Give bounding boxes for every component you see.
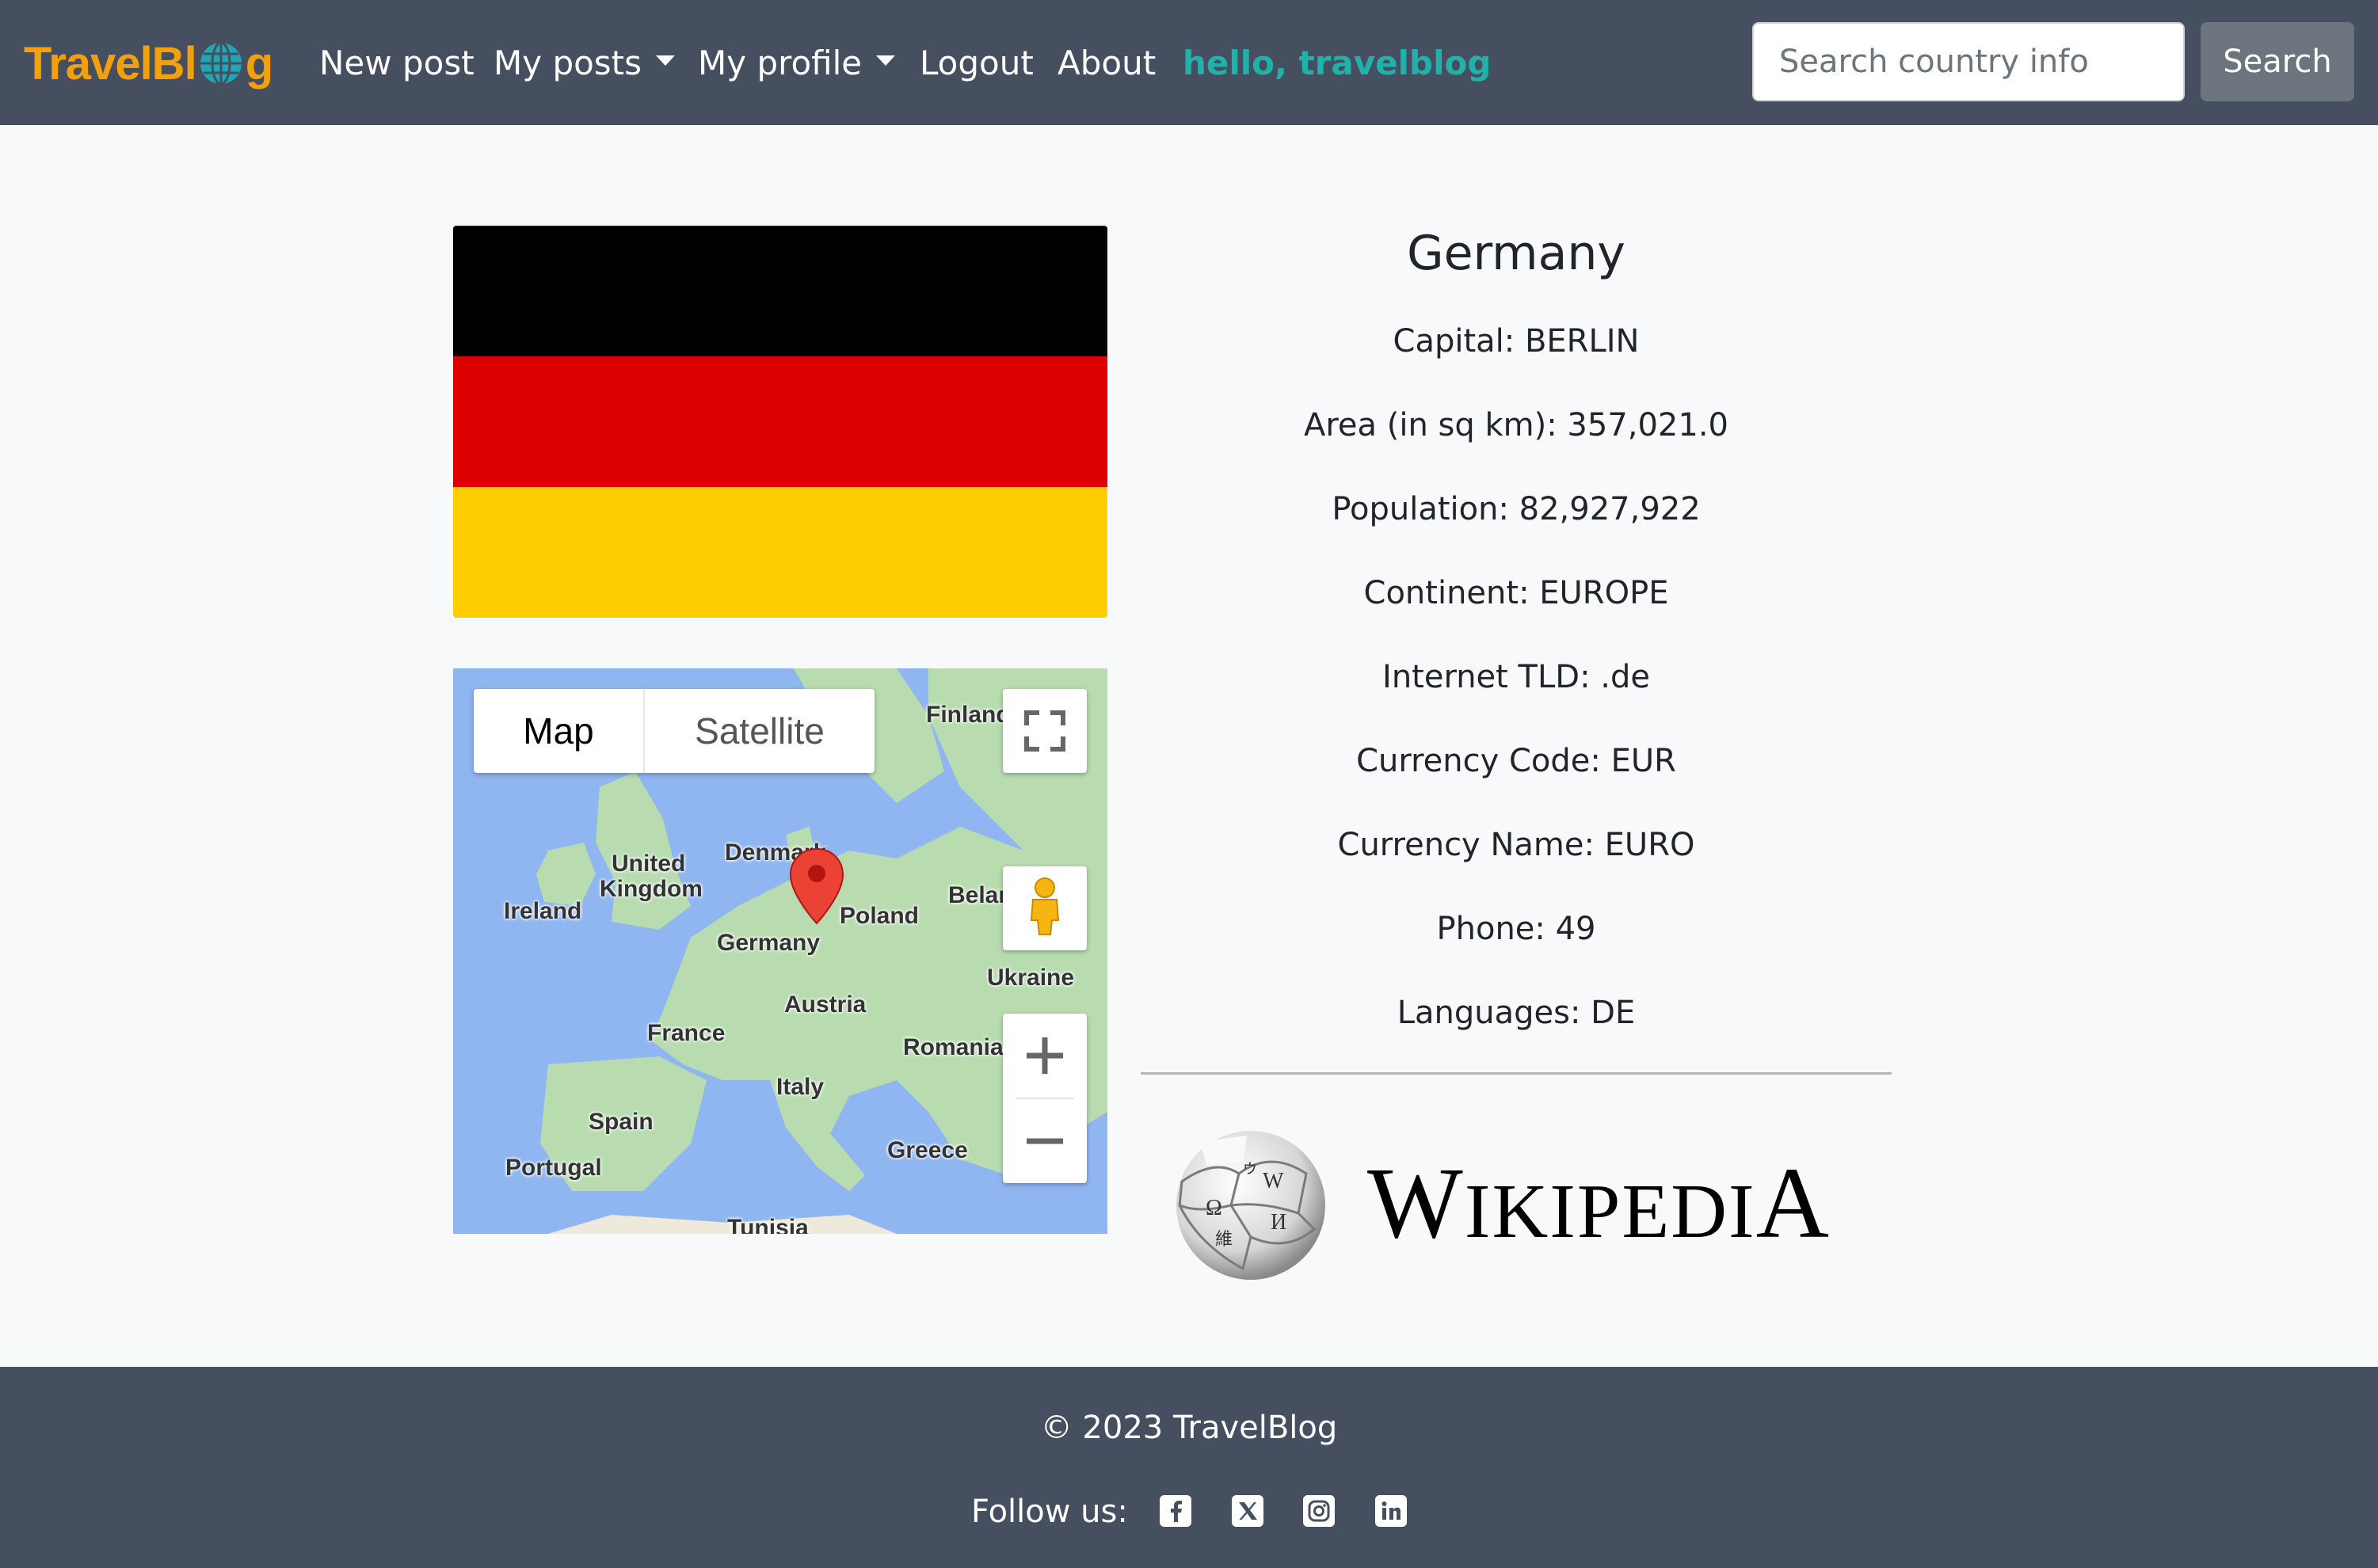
pegman-icon bbox=[1030, 877, 1060, 935]
country-tld: Internet TLD: .de bbox=[1382, 659, 1650, 695]
country-languages: Languages: DE bbox=[1397, 995, 1636, 1031]
flag-stripe-black bbox=[453, 226, 1107, 357]
map-type-map-button[interactable]: Map bbox=[474, 689, 645, 773]
country-phone: Phone: 49 bbox=[1436, 911, 1596, 947]
country-area: Area (in sq km): 357,021.0 bbox=[1304, 407, 1728, 443]
svg-text:Ω: Ω bbox=[1206, 1196, 1222, 1220]
map-marker-icon[interactable] bbox=[789, 847, 844, 925]
map-label-united: United bbox=[612, 851, 686, 877]
x-twitter-icon[interactable] bbox=[1232, 1495, 1263, 1527]
wiki-letter-w: W bbox=[1367, 1147, 1465, 1259]
linkedin-icon[interactable] bbox=[1375, 1495, 1407, 1527]
search-input[interactable] bbox=[1752, 22, 2185, 101]
map-label-ukraine: Ukraine bbox=[987, 965, 1075, 991]
flag-stripe-gold bbox=[453, 487, 1107, 618]
divider bbox=[1141, 1072, 1892, 1075]
country-name: Germany bbox=[1407, 226, 1625, 281]
greeting-text: hello, travelblog bbox=[1183, 44, 1492, 82]
wikipedia-wordmark[interactable]: WIKIPEDIA bbox=[1367, 1144, 1831, 1271]
map-label-austria: Austria bbox=[784, 991, 867, 1018]
map-label-ireland: Ireland bbox=[504, 898, 582, 924]
brand-logo[interactable]: TravelBl g bbox=[24, 32, 273, 95]
nav-my-profile-label: My profile bbox=[698, 44, 863, 82]
zoom-control bbox=[1003, 1014, 1087, 1183]
brand-text-left: TravelBl bbox=[24, 37, 197, 89]
map-type-control: Map Satellite bbox=[474, 689, 875, 773]
map-type-satellite-button[interactable]: Satellite bbox=[645, 689, 875, 773]
nav-about[interactable]: About bbox=[1058, 40, 1156, 87]
map-label-kingdom: Kingdom bbox=[600, 876, 703, 902]
country-currency-name: Currency Name: EURO bbox=[1337, 827, 1695, 863]
wiki-letters-mid: IKIPEDI bbox=[1464, 1169, 1756, 1254]
svg-text:W: W bbox=[1263, 1169, 1284, 1193]
chevron-down-icon bbox=[876, 55, 896, 66]
map-label-germany: Germany bbox=[717, 930, 821, 956]
country-population: Population: 82,927,922 bbox=[1332, 491, 1701, 527]
map-label-spain: Spain bbox=[589, 1109, 654, 1135]
nav-new-post[interactable]: New post bbox=[319, 40, 474, 87]
navbar: TravelBl g New post My posts My profile … bbox=[0, 0, 2378, 125]
street-view-pegman[interactable] bbox=[1003, 866, 1087, 950]
instagram-icon[interactable] bbox=[1303, 1495, 1335, 1527]
fullscreen-icon bbox=[1024, 710, 1065, 752]
svg-text:И: И bbox=[1271, 1210, 1286, 1235]
wikipedia-globe-icon[interactable]: W Ω И 維 ウ bbox=[1168, 1126, 1334, 1281]
nav-my-posts-dropdown[interactable]: My posts bbox=[494, 40, 676, 87]
svg-text:ウ: ウ bbox=[1243, 1161, 1257, 1178]
nav-my-posts-label: My posts bbox=[494, 44, 642, 82]
footer: © 2023 TravelBlog Follow us: bbox=[0, 1367, 2378, 1568]
brand-text-right: g bbox=[245, 37, 273, 89]
fullscreen-button[interactable] bbox=[1003, 689, 1087, 773]
country-currency-code: Currency Code: EUR bbox=[1356, 743, 1676, 779]
plus-icon bbox=[1027, 1037, 1063, 1074]
facebook-icon[interactable] bbox=[1160, 1495, 1191, 1527]
map-label-tunisia: Tunisia bbox=[727, 1215, 809, 1234]
zoom-out-button[interactable] bbox=[1003, 1099, 1087, 1183]
copyright-text: © 2023 TravelBlog bbox=[1040, 1410, 1338, 1446]
google-map[interactable]: Finland Denmark United Kingdom Ireland B… bbox=[453, 668, 1107, 1234]
map-label-poland: Poland bbox=[840, 903, 920, 929]
map-label-romania: Romania bbox=[903, 1034, 1004, 1060]
map-label-italy: Italy bbox=[776, 1074, 825, 1100]
map-label-france: France bbox=[647, 1020, 726, 1046]
globe-icon bbox=[200, 41, 242, 86]
svg-text:維: 維 bbox=[1215, 1230, 1233, 1250]
chevron-down-icon bbox=[656, 55, 676, 66]
search-button[interactable]: Search bbox=[2201, 22, 2354, 101]
nav-my-profile-dropdown[interactable]: My profile bbox=[698, 40, 896, 87]
flag-stripe-red bbox=[453, 356, 1107, 488]
country-continent: Continent: EUROPE bbox=[1363, 575, 1669, 611]
wiki-letter-a: A bbox=[1755, 1147, 1831, 1259]
country-flag bbox=[453, 226, 1107, 618]
map-label-finland: Finland bbox=[926, 702, 1011, 728]
map-label-portugal: Portugal bbox=[505, 1155, 602, 1181]
minus-icon bbox=[1027, 1138, 1063, 1144]
follow-us-label: Follow us: bbox=[971, 1494, 1128, 1530]
country-capital: Capital: BERLIN bbox=[1393, 323, 1640, 360]
map-label-greece: Greece bbox=[887, 1137, 968, 1163]
nav-logout[interactable]: Logout bbox=[920, 40, 1034, 87]
zoom-in-button[interactable] bbox=[1003, 1014, 1087, 1098]
